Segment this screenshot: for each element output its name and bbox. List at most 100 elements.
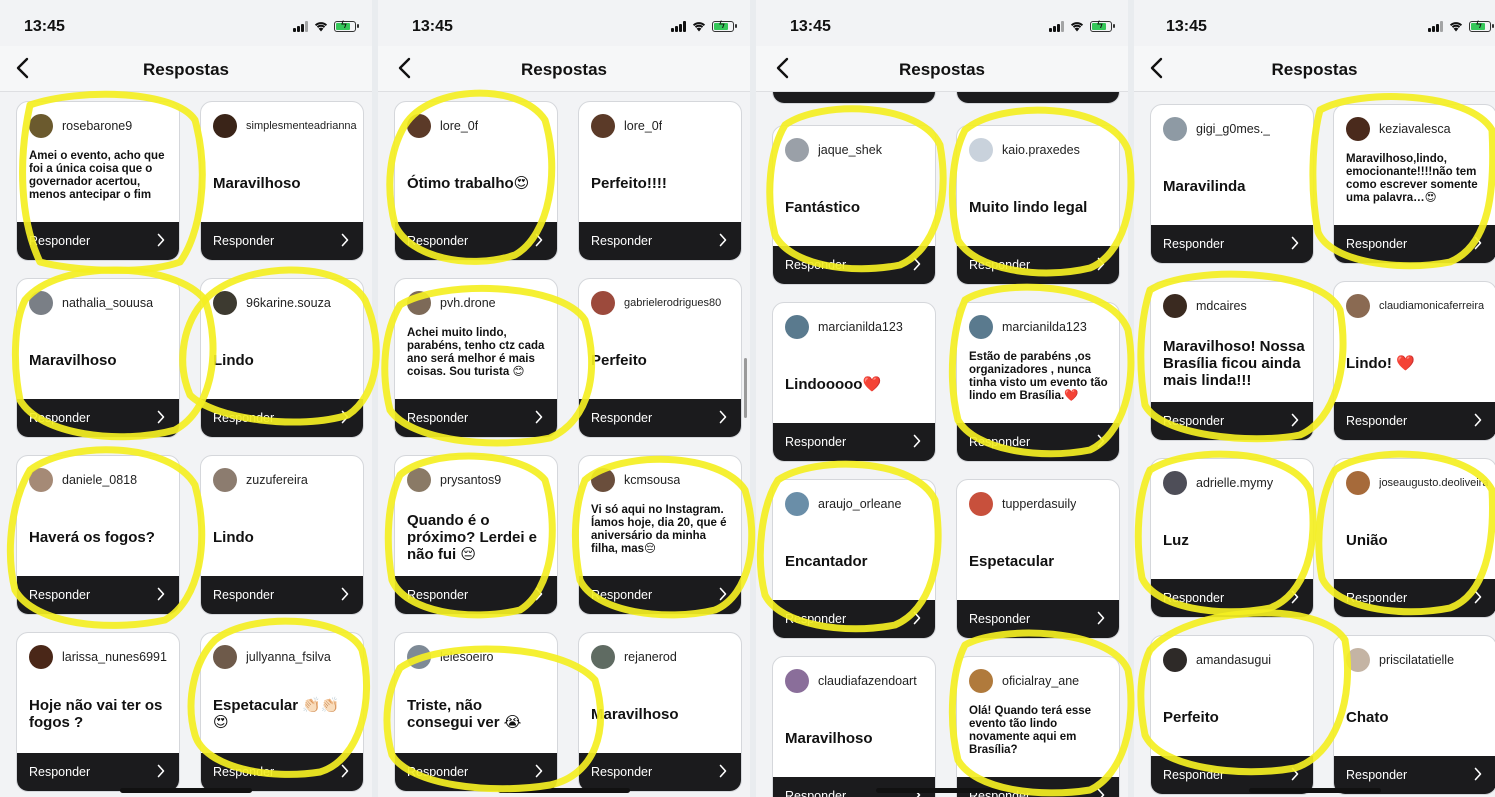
username[interactable]: nathalia_souusa — [62, 296, 153, 310]
comment-card[interactable]: 96karine.souza Lindo Responder — [200, 278, 364, 438]
comment-card[interactable]: rejanerod Maravilhoso Responder — [578, 632, 742, 792]
comment-card[interactable]: kaio.praxedes Muito lindo legal Responder — [956, 125, 1120, 285]
reply-button[interactable]: Responder — [579, 222, 741, 260]
avatar[interactable] — [29, 468, 53, 492]
avatar[interactable] — [1346, 471, 1370, 495]
username[interactable]: prysantos9 — [440, 473, 501, 487]
avatar[interactable] — [1163, 471, 1187, 495]
reply-button[interactable]: Responder — [1334, 579, 1495, 617]
avatar[interactable] — [785, 492, 809, 516]
username[interactable]: gigi_g0mes._ — [1196, 122, 1270, 136]
username[interactable]: pvh.drone — [440, 296, 496, 310]
comment-card[interactable]: claudiafazendoart Maravilhoso Responder — [772, 656, 936, 797]
reply-button[interactable]: Responder — [773, 600, 935, 638]
reply-button[interactable]: Responder — [773, 423, 935, 461]
comment-card[interactable]: prysantos9 Quando é o próximo? Lerdei e n… — [394, 455, 558, 615]
comment-card[interactable]: zuzufereira Lindo Responder — [200, 455, 364, 615]
avatar[interactable] — [213, 645, 237, 669]
username[interactable]: simplesmenteadrianna — [246, 120, 357, 132]
comment-card[interactable]: larissa_nunes6991 Hoje não vai ter os fog… — [16, 632, 180, 792]
avatar[interactable] — [1163, 117, 1187, 141]
avatar[interactable] — [407, 291, 431, 315]
comment-card[interactable]: mdcaires Maravilhoso! Nossa Brasília fico… — [1150, 281, 1314, 441]
comment-card[interactable]: lelesoeiro Triste, não consegui ver 😭 Resp… — [394, 632, 558, 792]
avatar[interactable] — [785, 138, 809, 162]
avatar[interactable] — [969, 669, 993, 693]
comment-card[interactable]: simplesmenteadrianna Maravilhoso Responder — [200, 101, 364, 261]
avatar[interactable] — [591, 291, 615, 315]
comment-card[interactable]: priscilatatielle Chato Responder — [1333, 635, 1495, 795]
avatar[interactable] — [1346, 117, 1370, 141]
reply-button[interactable]: Responder — [957, 777, 1119, 797]
avatar[interactable] — [407, 645, 431, 669]
comment-card[interactable]: gabrielerodrigues80 Perfeito Responder — [578, 278, 742, 438]
reply-button[interactable]: Responder — [1151, 225, 1313, 263]
avatar[interactable] — [29, 645, 53, 669]
reply-button[interactable]: Responder — [957, 246, 1119, 284]
reply-button[interactable]: Responder — [17, 399, 179, 437]
username[interactable]: marcianilda123 — [818, 320, 903, 334]
avatar[interactable] — [591, 468, 615, 492]
comment-card[interactable]: joseaugusto.deoliveira União Responder — [1333, 458, 1495, 618]
reply-button[interactable]: Responder — [579, 576, 741, 614]
reply-button[interactable]: Responder — [395, 222, 557, 260]
avatar[interactable] — [213, 114, 237, 138]
username[interactable]: jaque_shek — [818, 143, 882, 157]
scrollbar[interactable] — [744, 358, 747, 418]
avatar[interactable] — [213, 291, 237, 315]
comment-card[interactable]: tupperdasuily Espetacular Responder — [956, 479, 1120, 639]
comment-card[interactable]: kcmsousa Vi só aqui no Instagram. Íamos h… — [578, 455, 742, 615]
avatar[interactable] — [213, 468, 237, 492]
username[interactable]: gabrielerodrigues80 — [624, 297, 721, 309]
username[interactable]: 96karine.souza — [246, 296, 331, 310]
avatar[interactable] — [1163, 294, 1187, 318]
comment-card[interactable]: lore_0f Ótimo trabalho😍 Responder — [394, 101, 558, 261]
username[interactable]: priscilatatielle — [1379, 653, 1454, 667]
reply-button[interactable]: Responder — [773, 777, 935, 797]
username[interactable]: lore_0f — [440, 119, 478, 133]
username[interactable]: rosebarone9 — [62, 119, 132, 133]
reply-button[interactable]: Responder — [395, 399, 557, 437]
reply-button[interactable]: Responder — [395, 753, 557, 791]
username[interactable]: mdcaires — [1196, 299, 1247, 313]
comment-card[interactable]: keziavalesca Maravilhoso,lindo, emocionan… — [1333, 104, 1495, 264]
reply-button[interactable]: Responder — [201, 576, 363, 614]
avatar[interactable] — [591, 114, 615, 138]
comment-card[interactable]: nathalia_souusa Maravilhoso Responder — [16, 278, 180, 438]
username[interactable]: tupperdasuily — [1002, 497, 1076, 511]
comment-card[interactable]: gigi_g0mes._ Maravilinda Responder — [1150, 104, 1314, 264]
reply-button[interactable]: Responder — [1151, 402, 1313, 440]
avatar[interactable] — [969, 492, 993, 516]
comment-card[interactable]: marcianilda123 Lindooooo❤️ Responder — [772, 302, 936, 462]
reply-button[interactable]: Responder — [201, 399, 363, 437]
comment-card[interactable]: araujo_orleane Encantador Responder — [772, 479, 936, 639]
username[interactable]: lore_0f — [624, 119, 662, 133]
avatar[interactable] — [969, 315, 993, 339]
username[interactable]: joseaugusto.deoliveira — [1379, 477, 1488, 489]
username[interactable]: jullyanna_fsilva — [246, 650, 331, 664]
avatar[interactable] — [29, 114, 53, 138]
reply-button[interactable]: Responder — [201, 222, 363, 260]
username[interactable]: larissa_nunes6991 — [62, 650, 167, 664]
comment-card[interactable]: marcianilda123 Estão de parabéns ,os orga… — [956, 302, 1120, 462]
reply-button[interactable]: Responder — [17, 753, 179, 791]
comment-card[interactable]: adrielle.mymy Luz Responder — [1150, 458, 1314, 618]
comment-card[interactable]: rosebarone9 Amei o evento, acho que foi a… — [16, 101, 180, 261]
reply-button[interactable]: Responder — [17, 222, 179, 260]
username[interactable]: lelesoeiro — [440, 650, 494, 664]
username[interactable]: amandasugui — [1196, 653, 1271, 667]
avatar[interactable] — [407, 114, 431, 138]
avatar[interactable] — [1346, 648, 1370, 672]
reply-button[interactable]: Responder — [1151, 579, 1313, 617]
avatar[interactable] — [969, 138, 993, 162]
reply-button[interactable]: Responder — [201, 753, 363, 791]
comment-card[interactable]: oficialray_ane Olá! Quando terá esse even… — [956, 656, 1120, 797]
reply-button[interactable]: Responder — [957, 600, 1119, 638]
username[interactable]: daniele_0818 — [62, 473, 137, 487]
avatar[interactable] — [591, 645, 615, 669]
avatar[interactable] — [785, 669, 809, 693]
avatar[interactable] — [1346, 294, 1370, 318]
comment-card[interactable]: daniele_0818 Haverá os fogos? Responder — [16, 455, 180, 615]
avatar[interactable] — [785, 315, 809, 339]
comment-card[interactable]: lore_0f Perfeito!!!! Responder — [578, 101, 742, 261]
